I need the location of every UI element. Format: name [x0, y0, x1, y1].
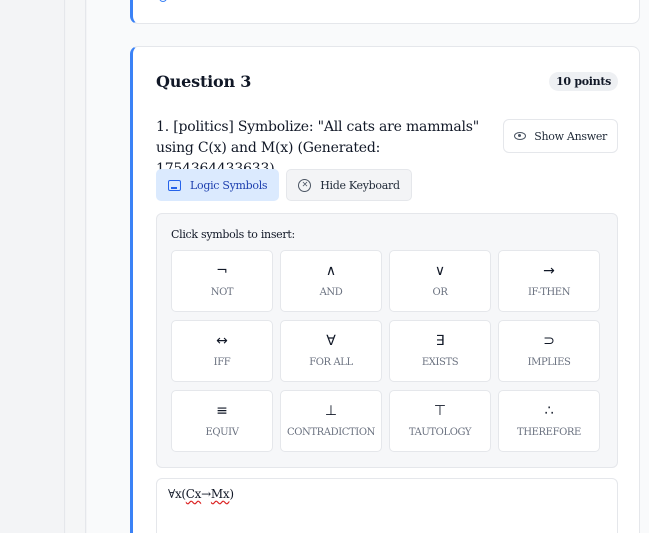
symbol-key-for-all[interactable]: ∀ FOR ALL — [280, 320, 382, 382]
symbol-label: TAUTOLOGY — [408, 427, 472, 438]
answer-arrow: → — [201, 487, 211, 501]
symbol-glyph: → — [543, 263, 555, 279]
symbol-glyph: ≡ — [216, 403, 228, 419]
show-answer-button[interactable]: Show Answer — [503, 119, 618, 153]
symbol-label: AND — [319, 287, 343, 298]
answer-input[interactable]: ∀x(Cx→Mx) — [156, 478, 618, 533]
symbol-glyph: ∨ — [434, 263, 446, 279]
symbol-key-and[interactable]: ∧ AND — [280, 250, 382, 312]
eye-icon — [514, 132, 527, 140]
keyboard-prompt: Click symbols to insert: — [171, 228, 295, 241]
symbol-key-contradiction[interactable]: ⊥ CONTRADICTION — [280, 390, 382, 452]
answer-antecedent: Cx — [185, 487, 202, 501]
symbol-glyph: ∃ — [435, 333, 445, 349]
symbol-label: CONTRADICTION — [286, 427, 375, 438]
symbol-label: OR — [432, 287, 448, 298]
symbol-glyph: ∧ — [325, 263, 337, 279]
symbol-glyph: ⊃ — [543, 333, 555, 349]
keyboard-toolbar: Logic Symbols ✕ Hide Keyboard — [156, 169, 412, 201]
symbol-glyph: ∴ — [544, 403, 554, 419]
keyboard-icon — [168, 179, 181, 191]
question-title: Question 3 — [156, 72, 252, 91]
symbol-label: IF-THEN — [527, 287, 571, 298]
symbol-label: EQUIV — [205, 427, 239, 438]
symbol-key-equiv[interactable]: ≡ EQUIV — [171, 390, 273, 452]
symbol-glyph: ¬ — [216, 263, 228, 279]
symbol-key-iff[interactable]: ↔ IFF — [171, 320, 273, 382]
show-answer-label: Show Answer — [534, 129, 607, 143]
answer-consequent: Mx — [210, 487, 230, 501]
hide-keyboard-button[interactable]: ✕ Hide Keyboard — [286, 169, 412, 201]
symbol-key-tautology[interactable]: ⊤ TAUTOLOGY — [389, 390, 491, 452]
hide-keyboard-label: Hide Keyboard — [320, 178, 400, 192]
symbol-label: IMPLIES — [527, 357, 571, 368]
symbol-grid: ¬ NOT ∧ AND ∨ OR → IF-THEN ↔ IFF ∀ FOR A… — [171, 250, 600, 452]
answer-prefix: ∀x( — [168, 487, 186, 501]
symbol-glyph: ⊤ — [433, 403, 447, 419]
symbol-keyboard-panel: Click symbols to insert: ¬ NOT ∧ AND ∨ O… — [156, 213, 618, 468]
symbol-key-if-then[interactable]: → IF-THEN — [498, 250, 600, 312]
symbol-glyph: ↔ — [216, 333, 228, 349]
symbol-key-exists[interactable]: ∃ EXISTS — [389, 320, 491, 382]
symbol-key-not[interactable]: ¬ NOT — [171, 250, 273, 312]
logic-symbols-label: Logic Symbols — [190, 178, 268, 192]
points-badge: 10 points — [549, 72, 618, 91]
sidebar-gutter — [66, 0, 86, 533]
symbol-key-or[interactable]: ∨ OR — [389, 250, 491, 312]
previous-question-card — [130, 0, 640, 24]
symbol-key-implies[interactable]: ⊃ IMPLIES — [498, 320, 600, 382]
radio-icon — [159, 0, 167, 2]
symbol-label: EXISTS — [421, 357, 459, 368]
symbol-label: FOR ALL — [309, 357, 353, 368]
symbol-label: THEREFORE — [517, 427, 581, 438]
main-content: Question 3 10 points 1. [politics] Symbo… — [87, 0, 649, 533]
question-card: Question 3 10 points 1. [politics] Symbo… — [130, 46, 640, 533]
symbol-label: IFF — [213, 357, 231, 368]
symbol-glyph: ∀ — [326, 333, 336, 349]
symbol-key-therefore[interactable]: ∴ THEREFORE — [498, 390, 600, 452]
answer-suffix: ) — [229, 487, 234, 501]
symbol-label: NOT — [210, 287, 234, 298]
close-circle-icon: ✕ — [298, 178, 312, 192]
symbol-glyph: ⊥ — [324, 403, 338, 419]
left-pane — [0, 0, 65, 533]
logic-symbols-button[interactable]: Logic Symbols — [156, 169, 280, 201]
